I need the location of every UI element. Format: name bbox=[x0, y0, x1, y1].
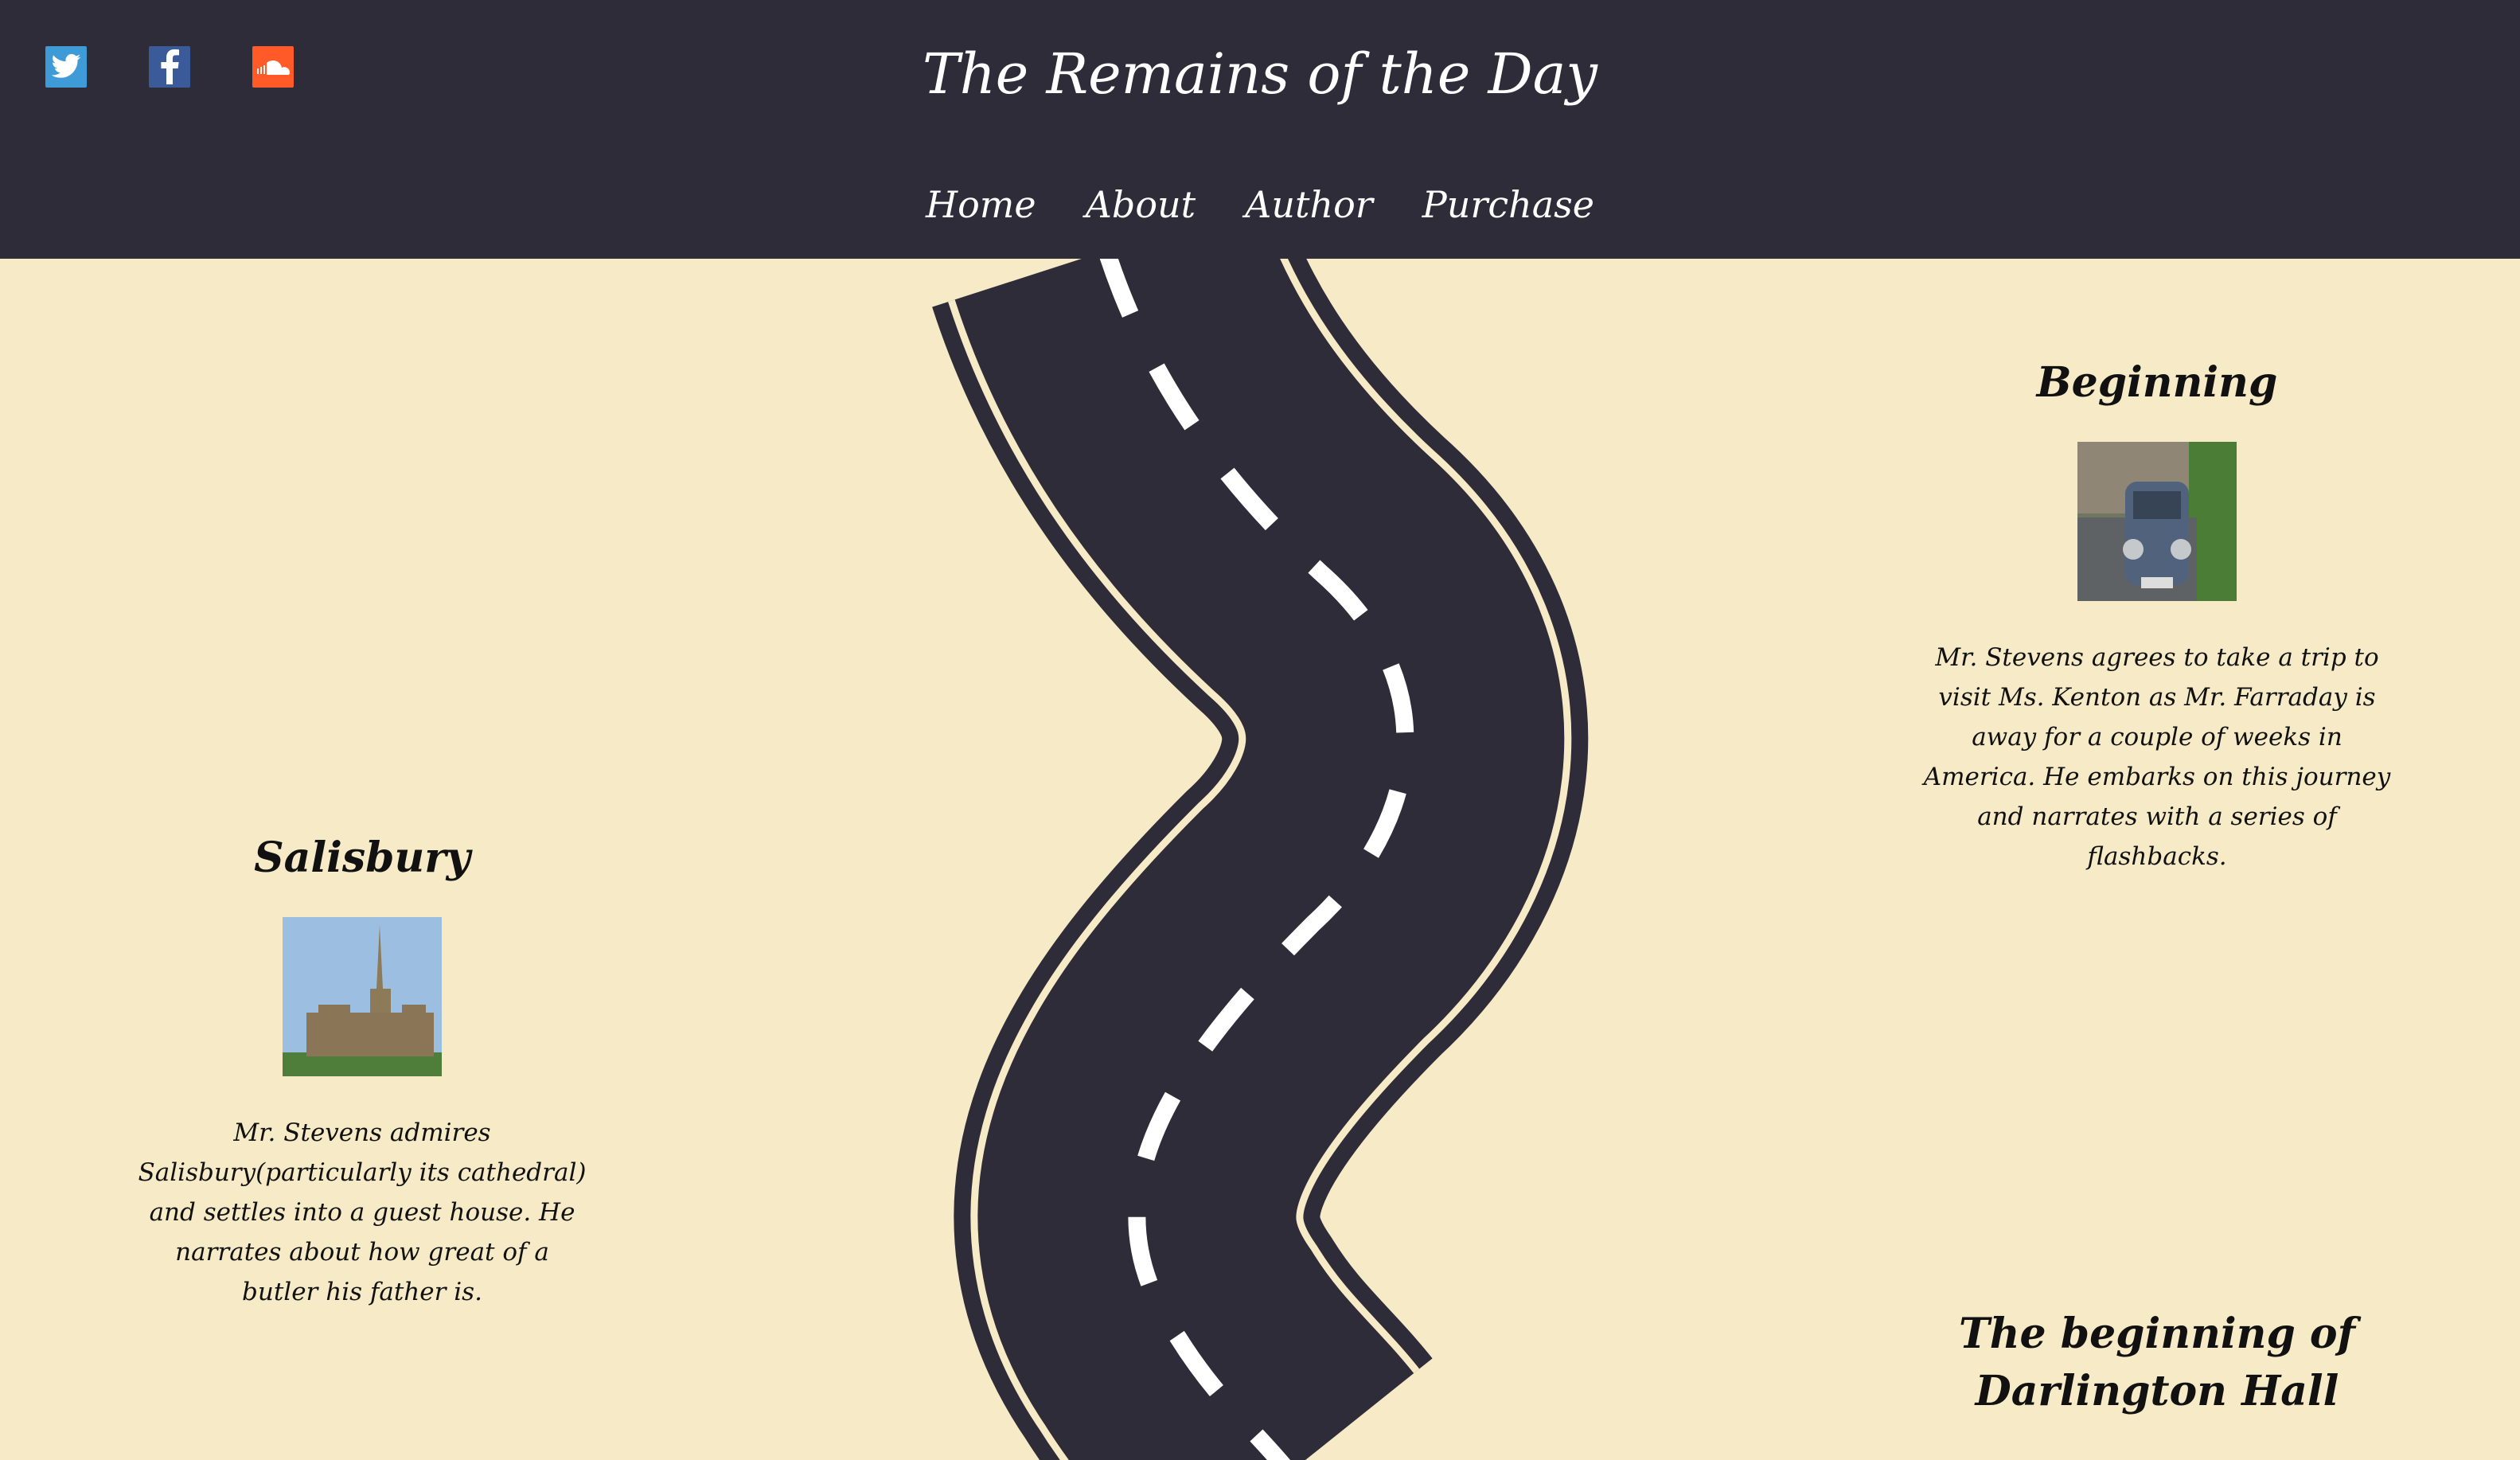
event-title: Beginning bbox=[2036, 358, 2278, 407]
nav-author[interactable]: Author bbox=[1245, 183, 1373, 226]
nav-about[interactable]: About bbox=[1086, 183, 1196, 226]
event-salisbury: Salisbury Mr. Stevens admires Salisbury(… bbox=[135, 830, 589, 1312]
event-description: Mr. Stevens admires Salisbury(particular… bbox=[138, 1118, 587, 1306]
event-darlington: The beginning of Darlington Hall bbox=[1894, 1306, 2420, 1420]
event-title: Salisbury bbox=[254, 833, 470, 882]
salisbury-cathedral-photo bbox=[283, 917, 442, 1076]
event-description: Mr. Stevens agrees to take a trip to vis… bbox=[1923, 643, 2391, 871]
site-title: The Remains of the Day bbox=[923, 41, 1597, 107]
vintage-car-photo bbox=[2077, 442, 2237, 601]
nav-home[interactable]: Home bbox=[926, 183, 1036, 226]
main-nav: Home About Author Purchase bbox=[0, 183, 2520, 226]
nav-purchase[interactable]: Purchase bbox=[1422, 183, 1594, 226]
event-title: The beginning of Darlington Hall bbox=[1959, 1310, 2355, 1415]
event-beginning: Beginning Mr. Stevens agrees to take a t… bbox=[1894, 354, 2420, 876]
site-header: The Remains of the Day Home About Author… bbox=[0, 0, 2520, 259]
